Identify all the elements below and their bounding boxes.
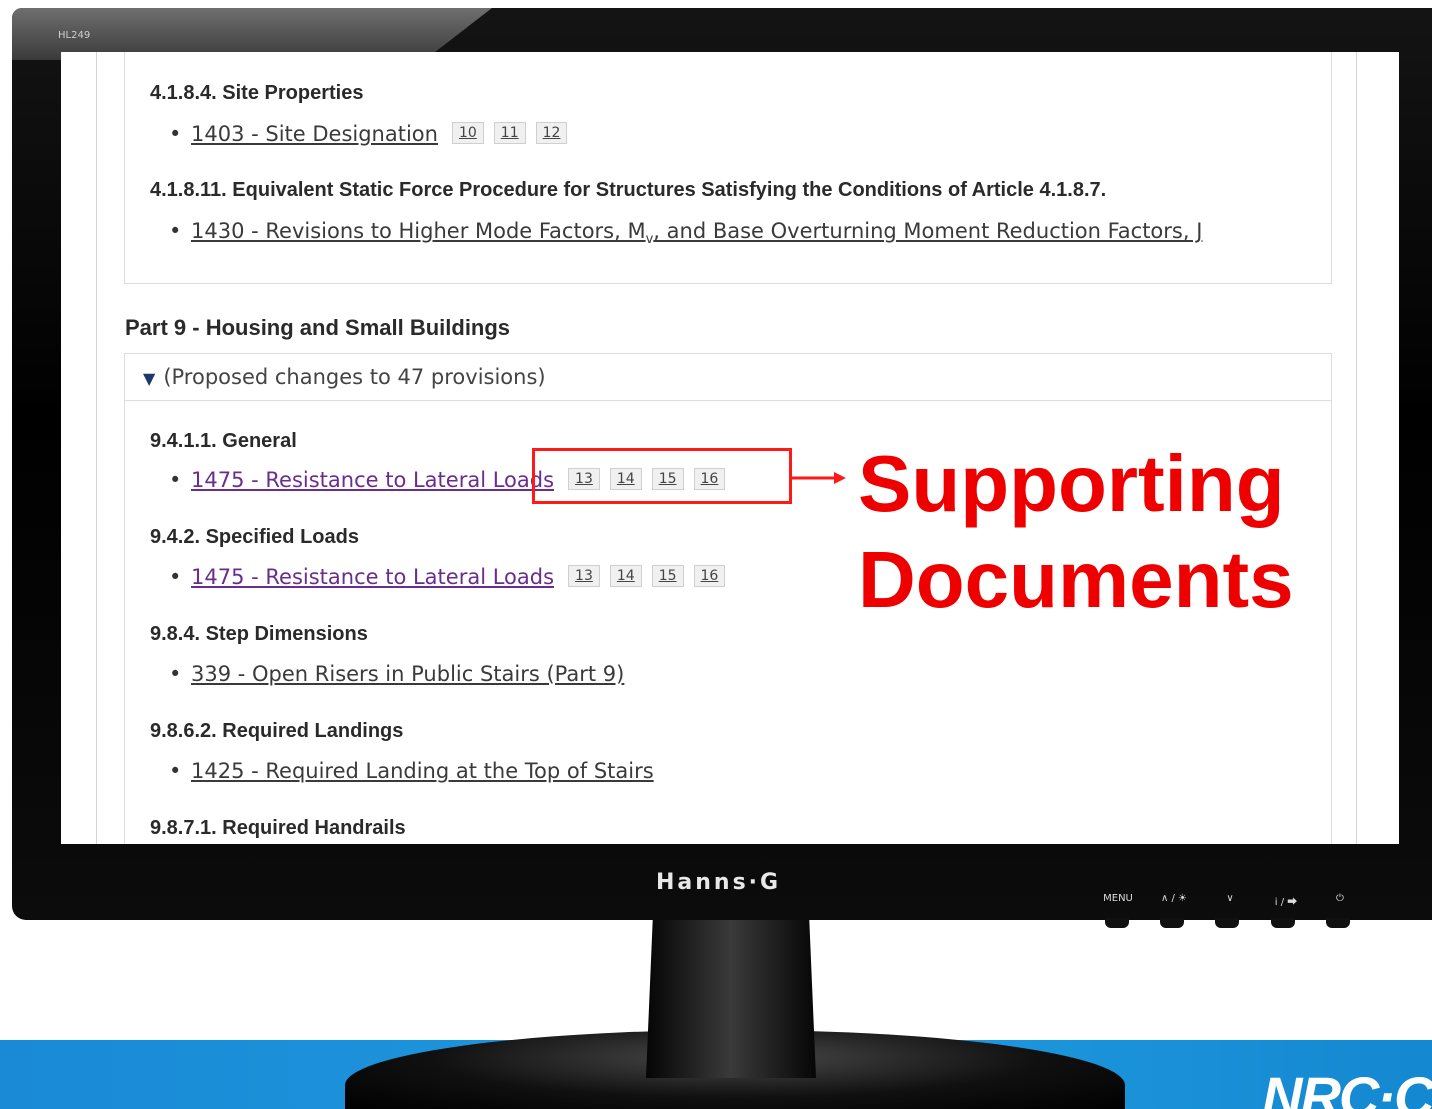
list-item: • 1430 - Revisions to Higher Mode Factors… [169, 219, 1202, 247]
doc-link-15[interactable]: 15 [651, 565, 684, 587]
monitor-controls: MENU ∧ / ☀ ∨ i / ⮕ ⏻ [1100, 893, 1420, 913]
monitor-model-label: HL249 [58, 30, 91, 41]
bullet: • [169, 759, 182, 783]
section-heading-9-4-2: 9.4.2. Specified Loads [150, 526, 359, 548]
brightness-button-label: ∧ / ☀ [1160, 893, 1187, 904]
list-item: • 1403 - Site Designation 10 11 12 [169, 122, 568, 146]
doc-link-11[interactable]: 11 [493, 122, 526, 144]
annotation-callout: Supporting Documents [858, 436, 1294, 628]
part9-toggle-label: (Proposed changes to 47 provisions) [163, 365, 546, 389]
monitor-stand [646, 918, 816, 1078]
monitor-brand-logo: Hanns·G [656, 870, 782, 895]
section-heading-9-8-6-2: 9.8.6.2. Required Landings [150, 720, 404, 742]
power-button[interactable] [1326, 918, 1350, 928]
doc-link-16[interactable]: 16 [693, 565, 726, 587]
doc-link-14[interactable]: 14 [609, 565, 642, 587]
doc-link-10[interactable]: 10 [451, 122, 484, 144]
proposal-link-339[interactable]: 339 - Open Risers in Public Stairs (Part… [191, 662, 624, 686]
bullet: • [169, 662, 182, 686]
brightness-button[interactable] [1160, 918, 1184, 928]
right-rule [1356, 52, 1357, 844]
menu-button-label: MENU [1103, 893, 1133, 904]
section-heading-4-1-8-4: 4.1.8.4. Site Properties [150, 82, 364, 104]
bullet: • [169, 468, 182, 492]
list-item: • 1425 - Required Landing at the Top of S… [169, 759, 654, 783]
annotation-arrow-icon [792, 472, 846, 484]
list-item: • 1475 - Resistance to Lateral Loads 13 14 1… [169, 565, 726, 589]
part9-toggle[interactable]: ▼ (Proposed changes to 47 provisions) [143, 365, 546, 389]
bullet: • [169, 565, 182, 589]
callout-line-1: Supporting [858, 439, 1285, 528]
proposal-link-1403[interactable]: 1403 - Site Designation [191, 122, 438, 146]
proposal-link-text: 1430 - Revisions to Higher Mode Factors,… [191, 219, 646, 243]
callout-line-2: Documents [858, 535, 1294, 624]
card-divider [125, 400, 1331, 401]
list-item: • 339 - Open Risers in Public Stairs (Par… [169, 662, 624, 686]
bullet: • [169, 122, 182, 146]
menu-button[interactable] [1105, 918, 1129, 928]
proposal-link-text: , and Base Overturning Moment Reduction … [653, 219, 1203, 243]
proposal-link-1475-b[interactable]: 1475 - Resistance to Lateral Loads [191, 565, 554, 589]
input-button[interactable] [1271, 918, 1295, 928]
part9-title: Part 9 - Housing and Small Buildings [125, 315, 511, 340]
section-heading-9-8-4: 9.8.4. Step Dimensions [150, 623, 368, 645]
section-heading-9-4-1-1: 9.4.1.1. General [150, 430, 297, 452]
input-button-label: i / ⮕ [1274, 897, 1298, 908]
annotation-highlight-box [532, 448, 792, 504]
proposal-link-1475[interactable]: 1475 - Resistance to Lateral Loads [191, 468, 554, 492]
proposal-link-1430[interactable]: 1430 - Revisions to Higher Mode Factors,… [191, 219, 1203, 247]
proposal-link-1425[interactable]: 1425 - Required Landing at the Top of St… [191, 759, 654, 783]
collapse-triangle-icon: ▼ [143, 369, 156, 388]
down-button-label: ∨ [1226, 893, 1234, 904]
section-heading-9-8-7-1: 9.8.7.1. Required Handrails [150, 817, 406, 839]
doc-link-12[interactable]: 12 [535, 122, 568, 144]
left-rule [96, 52, 97, 844]
power-button-label: ⏻ [1336, 893, 1344, 904]
nrc-logo: NRC·C [1262, 1065, 1432, 1109]
bullet: • [169, 219, 182, 243]
down-button[interactable] [1215, 918, 1239, 928]
doc-link-13[interactable]: 13 [568, 565, 600, 587]
section-heading-4-1-8-11: 4.1.8.11. Equivalent Static Force Proced… [150, 179, 1107, 201]
